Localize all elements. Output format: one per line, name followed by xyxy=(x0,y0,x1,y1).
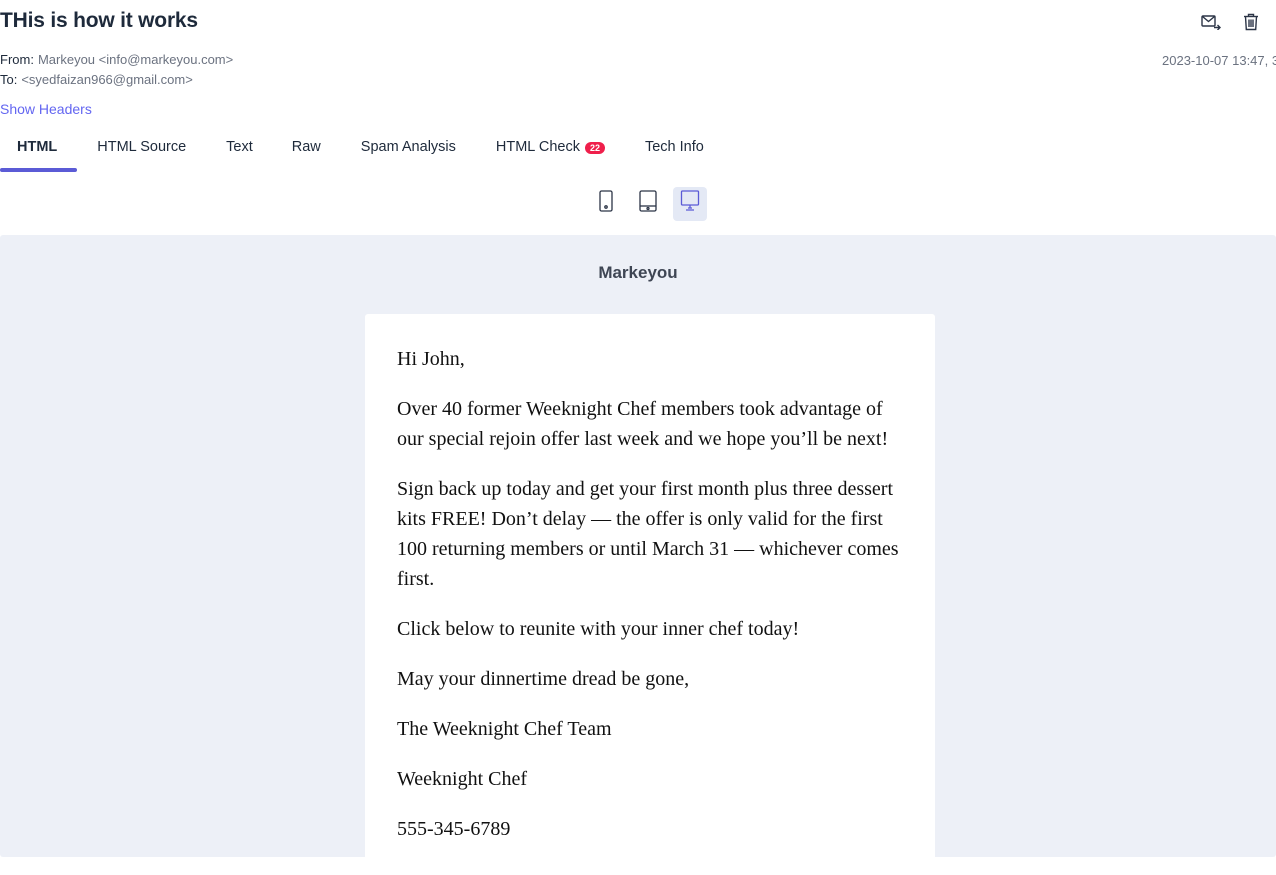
body-phone: 555-345-6789 xyxy=(397,818,511,840)
tab-label: HTML Source xyxy=(97,139,187,155)
from-line: From: Markeyou <info@markeyou.com> xyxy=(0,52,233,67)
tab-label: Tech Info xyxy=(644,139,704,155)
forward-mail-icon[interactable] xyxy=(1198,11,1224,33)
to-value: <syedfaizan966@gmail.com> xyxy=(21,72,193,87)
tab-html-check[interactable]: HTML Check 22 xyxy=(496,125,605,172)
from-value: Markeyou <info@markeyou.com> xyxy=(37,52,234,67)
tab-html[interactable]: HTML xyxy=(0,125,78,172)
body-paragraph: Click below to reunite with your inner c… xyxy=(397,618,800,640)
html-check-count-badge: 22 xyxy=(584,142,605,154)
to-line: To: <syedfaizan966@gmail.com> xyxy=(0,72,193,87)
trash-icon[interactable] xyxy=(1238,11,1264,33)
from-label: From: xyxy=(0,52,34,67)
body-greeting: Hi John, xyxy=(397,348,465,370)
desktop-view-button[interactable] xyxy=(673,186,707,221)
device-toggle-bar xyxy=(0,172,1276,235)
email-body-card: Hi John, Over 40 former Weeknight Chef m… xyxy=(365,314,935,857)
tab-tech-info[interactable]: Tech Info xyxy=(645,125,704,172)
mobile-view-button[interactable] xyxy=(589,187,623,221)
device-toggle-group xyxy=(589,186,707,221)
tab-label: Spam Analysis xyxy=(360,139,456,155)
body-company-name: Weeknight Chef xyxy=(397,768,528,790)
tab-label: HTML Check xyxy=(495,139,580,155)
body-signoff: May your dinnertime dread be gone, xyxy=(397,668,690,690)
body-paragraph: Over 40 former Weeknight Chef members to… xyxy=(397,398,889,450)
phone-icon xyxy=(599,190,613,217)
tab-raw[interactable]: Raw xyxy=(292,125,321,172)
tab-spam-analysis[interactable]: Spam Analysis xyxy=(361,125,456,172)
tab-text[interactable]: Text xyxy=(226,125,253,172)
email-preview-pane: Markeyou Hi John, Over 40 former Weeknig… xyxy=(0,235,1276,857)
to-label: To: xyxy=(0,72,18,87)
tab-label: Text xyxy=(226,139,253,155)
sender-brand-name: Markeyou xyxy=(598,263,678,282)
view-tabs: HTML HTML Source Text Raw Spam Analysis … xyxy=(0,125,1276,172)
tab-label: HTML xyxy=(17,139,58,155)
tablet-icon xyxy=(639,190,657,217)
header-actions xyxy=(1198,11,1264,33)
tablet-view-button[interactable] xyxy=(631,187,665,221)
body-team-name: The Weeknight Chef Team xyxy=(397,718,612,740)
body-paragraph: Sign back up today and get your first mo… xyxy=(397,478,899,590)
desktop-icon xyxy=(680,190,700,217)
email-subject: THis is how it works xyxy=(0,9,198,32)
email-date: 2023-10-07 13:47, 3 xyxy=(1162,53,1276,68)
tab-html-source[interactable]: HTML Source xyxy=(97,125,186,172)
email-header: THis is how it works From: Markeyou <info… xyxy=(0,0,1276,125)
show-headers-link[interactable]: Show Headers xyxy=(0,101,92,117)
tab-label: Raw xyxy=(291,139,321,155)
